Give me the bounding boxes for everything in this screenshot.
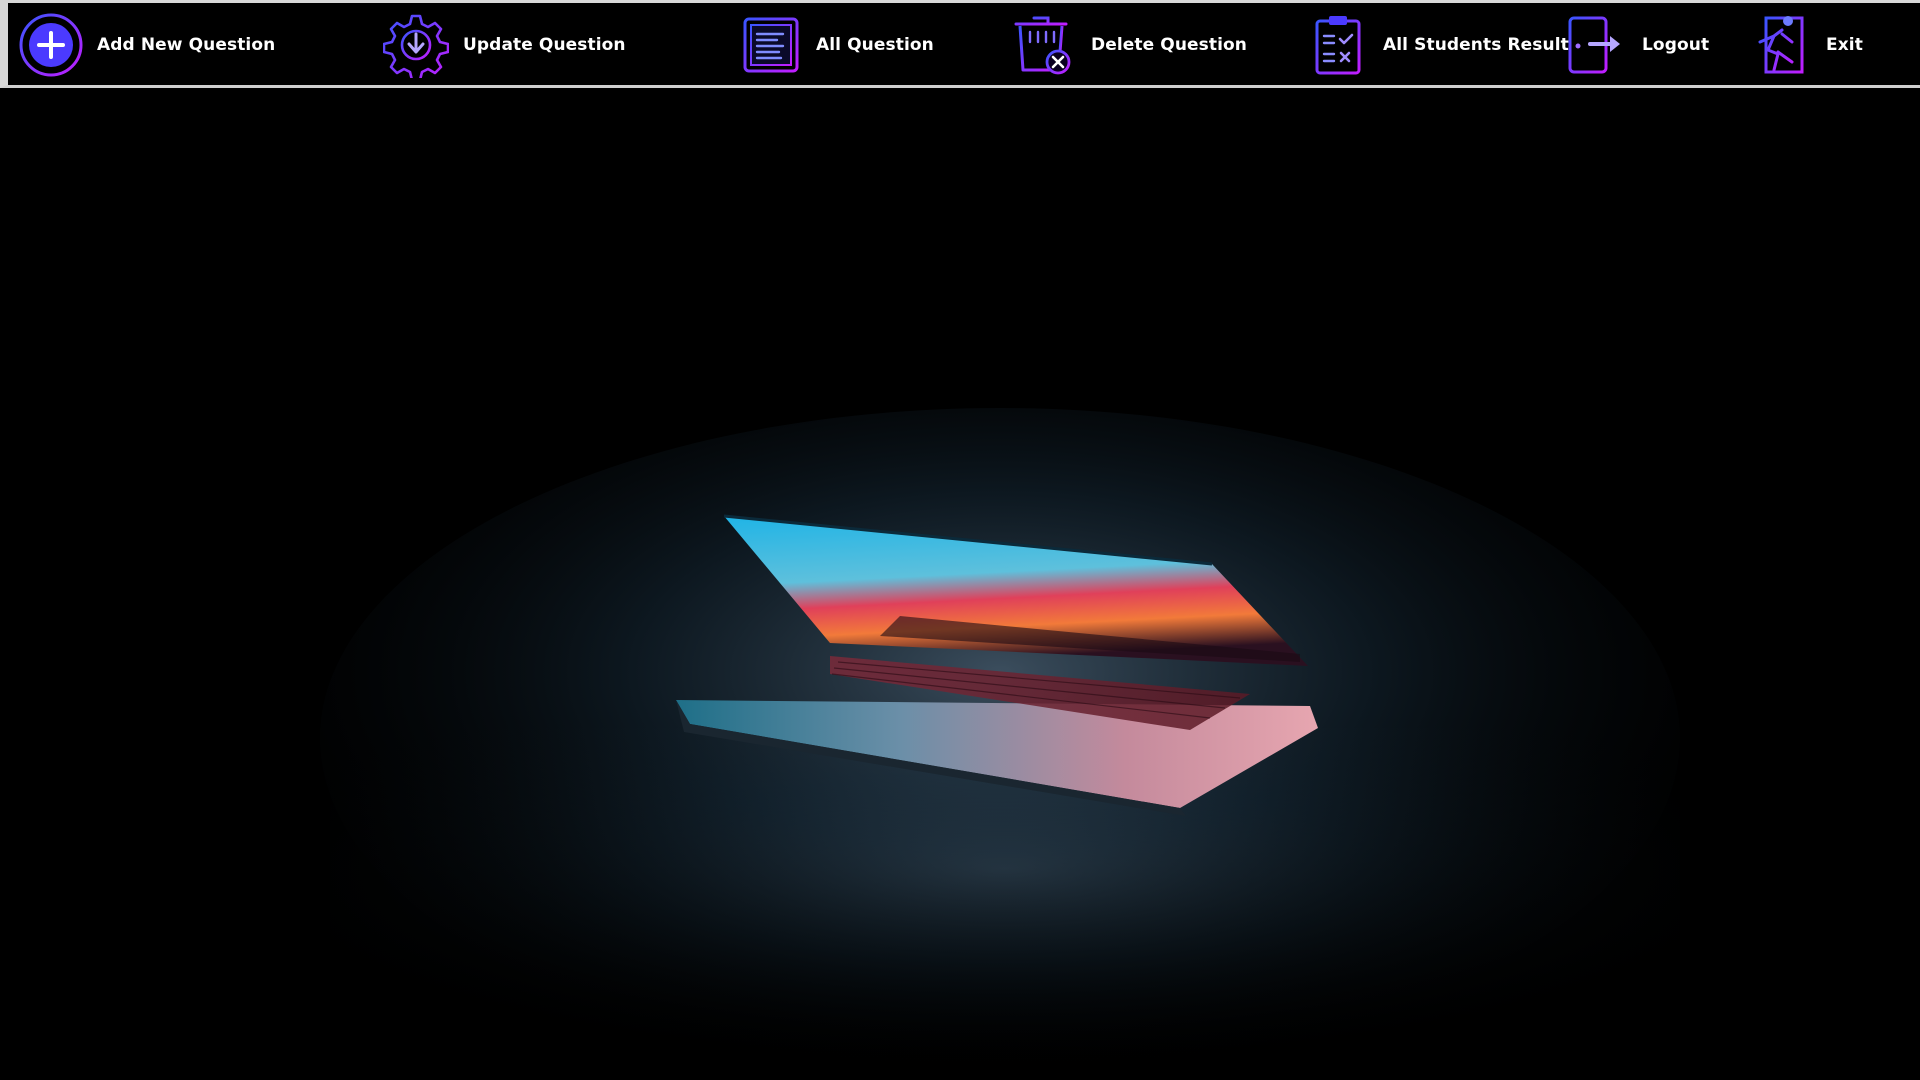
document-list-icon	[738, 12, 804, 78]
update-question-button[interactable]: Update Question	[383, 9, 626, 81]
gear-download-icon	[383, 12, 449, 78]
update-question-label: Update Question	[463, 35, 626, 55]
all-students-result-button[interactable]: All Students Result	[1305, 9, 1569, 81]
all-question-label: All Question	[816, 35, 934, 55]
exit-label: Exit	[1826, 35, 1863, 55]
delete-question-label: Delete Question	[1091, 35, 1248, 55]
background-laptop-image	[0, 88, 1920, 1080]
all-question-button[interactable]: All Question	[738, 9, 934, 81]
logout-button[interactable]: Logout	[1560, 9, 1709, 81]
all-students-result-label: All Students Result	[1383, 35, 1569, 55]
door-exit-icon	[1560, 12, 1626, 78]
add-new-question-label: Add New Question	[97, 35, 276, 55]
add-new-question-button[interactable]: Add New Question	[18, 9, 275, 81]
logout-label: Logout	[1642, 35, 1710, 55]
running-exit-icon	[1744, 12, 1810, 78]
top-toolbar: Add New Question Update Question All Que…	[0, 0, 1920, 88]
trash-delete-icon	[1008, 12, 1074, 78]
add-circle-icon	[18, 12, 84, 78]
exit-button[interactable]: Exit	[1744, 9, 1863, 81]
clipboard-check-icon	[1305, 12, 1371, 78]
delete-question-button[interactable]: Delete Question	[1008, 9, 1247, 81]
